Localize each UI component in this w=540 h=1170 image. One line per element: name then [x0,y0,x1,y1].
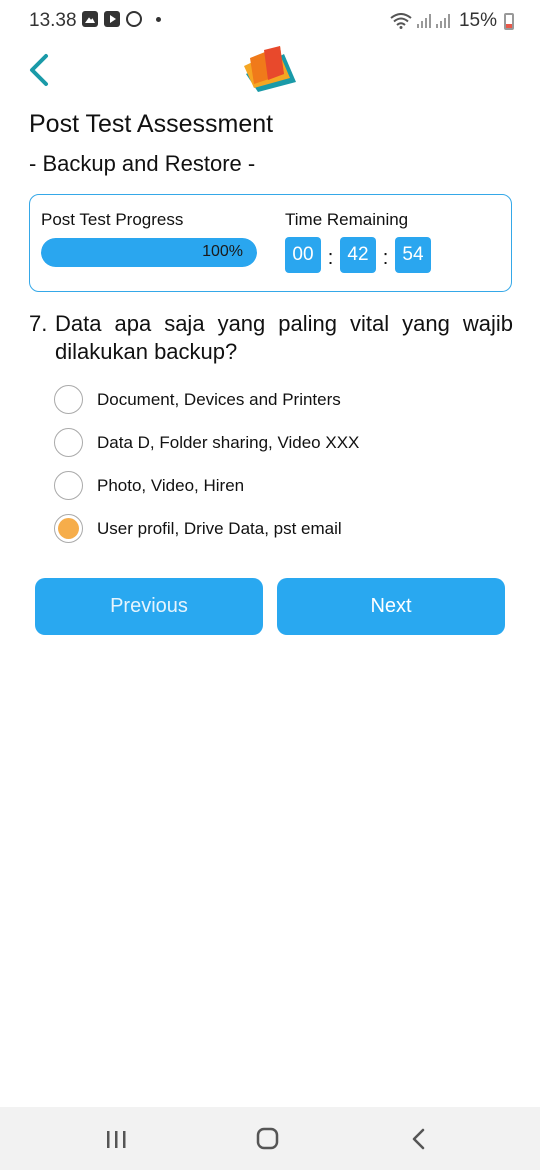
radio-button[interactable] [54,471,83,500]
time-remaining-label: Time Remaining [285,210,409,229]
status-time: 13.38 [29,10,77,31]
progress-value: 100% [202,243,243,260]
question-text: Data apa saja yang paling vital yang waj… [55,311,513,364]
radio-button[interactable] [54,385,83,414]
timer-minutes: 42 [340,237,376,273]
notification-icons [82,11,161,27]
progress-panel: Post Test Progress Time Remaining 100% 0… [29,194,512,292]
radio-button-selected[interactable] [54,514,83,543]
recent-apps-icon[interactable] [96,1123,136,1155]
radio-button[interactable] [54,428,83,457]
question: 7. Data apa saja yang paling vital yang … [29,310,513,366]
status-bar: 13.38 15% [0,0,540,40]
timer-hours: 00 [285,237,321,273]
timer-separator: : [327,246,334,269]
answer-option[interactable]: User profil, Drive Data, pst email [54,507,359,550]
back-icon[interactable] [399,1123,439,1155]
signal-icon [416,14,431,28]
progress-label: Post Test Progress [41,210,184,229]
back-button[interactable] [22,50,62,90]
progress-bar: 100% [41,238,257,267]
page-title: Post Test Assessment [29,110,274,138]
system-icons: 15% [390,10,514,32]
countdown-timer: 00 : 42 : 54 [285,237,431,273]
answer-option-label: Data D, Folder sharing, Video XXX [97,432,360,452]
previous-button[interactable]: Previous [35,578,263,635]
home-icon[interactable] [247,1123,287,1155]
screen: 13.38 15% Post Test Assessment - Backup … [0,0,540,1170]
timer-separator: : [382,246,389,269]
answer-option-label: User profil, Drive Data, pst email [97,518,342,538]
answer-option-label: Photo, Video, Hiren [97,475,245,495]
chevron-left-icon [30,54,48,86]
signal-icon [435,14,450,28]
timer-seconds: 54 [395,237,431,273]
page-subtitle: - Backup and Restore - [29,151,256,176]
sync-icon [126,11,142,27]
next-button[interactable]: Next [277,578,505,635]
answer-option[interactable]: Data D, Folder sharing, Video XXX [54,421,359,464]
wifi-icon [390,13,412,29]
answer-option[interactable]: Document, Devices and Printers [54,378,359,421]
dot-icon [156,16,161,22]
question-number: 7. [29,311,48,336]
radio-selected-dot [58,518,79,539]
answer-option-label: Document, Devices and Printers [97,389,341,409]
gallery-icon [82,11,98,27]
answer-options: Document, Devices and Printers Data D, F… [54,378,359,550]
battery-percent: 15% [458,10,497,31]
youtube-icon [104,11,120,27]
system-nav-bar [0,1107,540,1170]
battery-icon [504,12,514,30]
answer-option[interactable]: Photo, Video, Hiren [54,464,359,507]
book-logo-icon [244,46,296,92]
